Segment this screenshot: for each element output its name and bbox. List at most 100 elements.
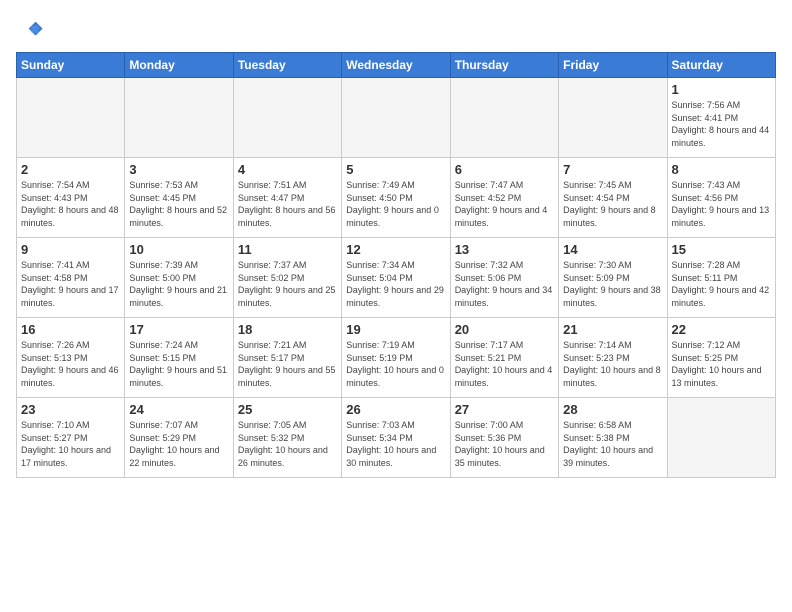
calendar-day-cell: [233, 78, 341, 158]
day-number: 21: [563, 322, 662, 337]
day-info: Sunrise: 7:32 AM Sunset: 5:06 PM Dayligh…: [455, 259, 554, 309]
calendar-day-cell: [667, 398, 775, 478]
page-header: [16, 16, 776, 44]
day-number: 9: [21, 242, 120, 257]
calendar-day-cell: 5 Sunrise: 7:49 AM Sunset: 4:50 PM Daylig…: [342, 158, 450, 238]
calendar-day-cell: 21 Sunrise: 7:14 AM Sunset: 5:23 PM Dayli…: [559, 318, 667, 398]
day-number: 15: [672, 242, 771, 257]
calendar-day-cell: 22 Sunrise: 7:12 AM Sunset: 5:25 PM Dayli…: [667, 318, 775, 398]
calendar-day-cell: 26 Sunrise: 7:03 AM Sunset: 5:34 PM Dayli…: [342, 398, 450, 478]
day-number: 20: [455, 322, 554, 337]
day-number: 13: [455, 242, 554, 257]
calendar-header: SundayMondayTuesdayWednesdayThursdayFrid…: [17, 53, 776, 78]
logo: [16, 16, 48, 44]
day-info: Sunrise: 7:12 AM Sunset: 5:25 PM Dayligh…: [672, 339, 771, 389]
calendar-day-cell: 11 Sunrise: 7:37 AM Sunset: 5:02 PM Dayli…: [233, 238, 341, 318]
day-number: 3: [129, 162, 228, 177]
day-info: Sunrise: 7:24 AM Sunset: 5:15 PM Dayligh…: [129, 339, 228, 389]
calendar-day-cell: [450, 78, 558, 158]
day-of-week-header: Sunday: [17, 53, 125, 78]
calendar-day-cell: 2Sunrise: 7:54 AM Sunset: 4:43 PM Daylig…: [17, 158, 125, 238]
day-info: Sunrise: 7:07 AM Sunset: 5:29 PM Dayligh…: [129, 419, 228, 469]
calendar-week-row: 9 Sunrise: 7:41 AM Sunset: 4:58 PM Daylig…: [17, 238, 776, 318]
calendar-day-cell: 3 Sunrise: 7:53 AM Sunset: 4:45 PM Daylig…: [125, 158, 233, 238]
calendar-day-cell: 28 Sunrise: 6:58 AM Sunset: 5:38 PM Dayli…: [559, 398, 667, 478]
day-number: 4: [238, 162, 337, 177]
day-of-week-header: Wednesday: [342, 53, 450, 78]
day-number: 17: [129, 322, 228, 337]
day-info: Sunrise: 7:21 AM Sunset: 5:17 PM Dayligh…: [238, 339, 337, 389]
day-info: Sunrise: 7:26 AM Sunset: 5:13 PM Dayligh…: [21, 339, 120, 389]
day-of-week-header: Monday: [125, 53, 233, 78]
day-info: Sunrise: 7:03 AM Sunset: 5:34 PM Dayligh…: [346, 419, 445, 469]
day-number: 8: [672, 162, 771, 177]
calendar-day-cell: 1 Sunrise: 7:56 AM Sunset: 4:41 PM Daylig…: [667, 78, 775, 158]
days-of-week-row: SundayMondayTuesdayWednesdayThursdayFrid…: [17, 53, 776, 78]
calendar-day-cell: 16Sunrise: 7:26 AM Sunset: 5:13 PM Dayli…: [17, 318, 125, 398]
day-number: 18: [238, 322, 337, 337]
day-info: Sunrise: 7:49 AM Sunset: 4:50 PM Dayligh…: [346, 179, 445, 229]
day-number: 14: [563, 242, 662, 257]
day-info: Sunrise: 7:51 AM Sunset: 4:47 PM Dayligh…: [238, 179, 337, 229]
day-info: Sunrise: 7:53 AM Sunset: 4:45 PM Dayligh…: [129, 179, 228, 229]
day-number: 19: [346, 322, 445, 337]
calendar-day-cell: [342, 78, 450, 158]
calendar-day-cell: 19 Sunrise: 7:19 AM Sunset: 5:19 PM Dayli…: [342, 318, 450, 398]
day-number: 7: [563, 162, 662, 177]
calendar-day-cell: 27 Sunrise: 7:00 AM Sunset: 5:36 PM Dayli…: [450, 398, 558, 478]
day-of-week-header: Saturday: [667, 53, 775, 78]
calendar-day-cell: [125, 78, 233, 158]
calendar-day-cell: 7 Sunrise: 7:45 AM Sunset: 4:54 PM Daylig…: [559, 158, 667, 238]
calendar-day-cell: 23Sunrise: 7:10 AM Sunset: 5:27 PM Dayli…: [17, 398, 125, 478]
day-info: Sunrise: 6:58 AM Sunset: 5:38 PM Dayligh…: [563, 419, 662, 469]
day-of-week-header: Friday: [559, 53, 667, 78]
calendar-day-cell: 9 Sunrise: 7:41 AM Sunset: 4:58 PM Daylig…: [17, 238, 125, 318]
calendar-week-row: 23Sunrise: 7:10 AM Sunset: 5:27 PM Dayli…: [17, 398, 776, 478]
day-info: Sunrise: 7:43 AM Sunset: 4:56 PM Dayligh…: [672, 179, 771, 229]
day-number: 2: [21, 162, 120, 177]
day-info: Sunrise: 7:19 AM Sunset: 5:19 PM Dayligh…: [346, 339, 445, 389]
day-info: Sunrise: 7:17 AM Sunset: 5:21 PM Dayligh…: [455, 339, 554, 389]
day-number: 28: [563, 402, 662, 417]
day-info: Sunrise: 7:30 AM Sunset: 5:09 PM Dayligh…: [563, 259, 662, 309]
day-number: 26: [346, 402, 445, 417]
day-info: Sunrise: 7:45 AM Sunset: 4:54 PM Dayligh…: [563, 179, 662, 229]
calendar-day-cell: 13 Sunrise: 7:32 AM Sunset: 5:06 PM Dayli…: [450, 238, 558, 318]
calendar-day-cell: 12Sunrise: 7:34 AM Sunset: 5:04 PM Dayli…: [342, 238, 450, 318]
day-number: 10: [129, 242, 228, 257]
day-info: Sunrise: 7:37 AM Sunset: 5:02 PM Dayligh…: [238, 259, 337, 309]
day-number: 12: [346, 242, 445, 257]
day-number: 11: [238, 242, 337, 257]
day-number: 6: [455, 162, 554, 177]
day-number: 22: [672, 322, 771, 337]
calendar-body: 1 Sunrise: 7:56 AM Sunset: 4:41 PM Daylig…: [17, 78, 776, 478]
day-number: 24: [129, 402, 228, 417]
calendar-week-row: 16Sunrise: 7:26 AM Sunset: 5:13 PM Dayli…: [17, 318, 776, 398]
generalblue-logo-icon: [16, 16, 44, 44]
day-of-week-header: Thursday: [450, 53, 558, 78]
day-info: Sunrise: 7:47 AM Sunset: 4:52 PM Dayligh…: [455, 179, 554, 229]
day-number: 1: [672, 82, 771, 97]
calendar-week-row: 2Sunrise: 7:54 AM Sunset: 4:43 PM Daylig…: [17, 158, 776, 238]
day-info: Sunrise: 7:39 AM Sunset: 5:00 PM Dayligh…: [129, 259, 228, 309]
calendar-day-cell: 15 Sunrise: 7:28 AM Sunset: 5:11 PM Dayli…: [667, 238, 775, 318]
day-info: Sunrise: 7:56 AM Sunset: 4:41 PM Dayligh…: [672, 99, 771, 149]
day-info: Sunrise: 7:05 AM Sunset: 5:32 PM Dayligh…: [238, 419, 337, 469]
day-info: Sunrise: 7:00 AM Sunset: 5:36 PM Dayligh…: [455, 419, 554, 469]
calendar-day-cell: 25Sunrise: 7:05 AM Sunset: 5:32 PM Dayli…: [233, 398, 341, 478]
calendar-day-cell: [17, 78, 125, 158]
calendar-day-cell: 24 Sunrise: 7:07 AM Sunset: 5:29 PM Dayli…: [125, 398, 233, 478]
calendar-day-cell: 8 Sunrise: 7:43 AM Sunset: 4:56 PM Daylig…: [667, 158, 775, 238]
calendar-day-cell: 20 Sunrise: 7:17 AM Sunset: 5:21 PM Dayli…: [450, 318, 558, 398]
calendar-day-cell: 14 Sunrise: 7:30 AM Sunset: 5:09 PM Dayli…: [559, 238, 667, 318]
calendar-day-cell: 6 Sunrise: 7:47 AM Sunset: 4:52 PM Daylig…: [450, 158, 558, 238]
day-of-week-header: Tuesday: [233, 53, 341, 78]
day-number: 27: [455, 402, 554, 417]
day-number: 5: [346, 162, 445, 177]
day-info: Sunrise: 7:14 AM Sunset: 5:23 PM Dayligh…: [563, 339, 662, 389]
day-info: Sunrise: 7:41 AM Sunset: 4:58 PM Dayligh…: [21, 259, 120, 309]
calendar-day-cell: 17 Sunrise: 7:24 AM Sunset: 5:15 PM Dayli…: [125, 318, 233, 398]
day-number: 23: [21, 402, 120, 417]
calendar-day-cell: [559, 78, 667, 158]
day-info: Sunrise: 7:28 AM Sunset: 5:11 PM Dayligh…: [672, 259, 771, 309]
